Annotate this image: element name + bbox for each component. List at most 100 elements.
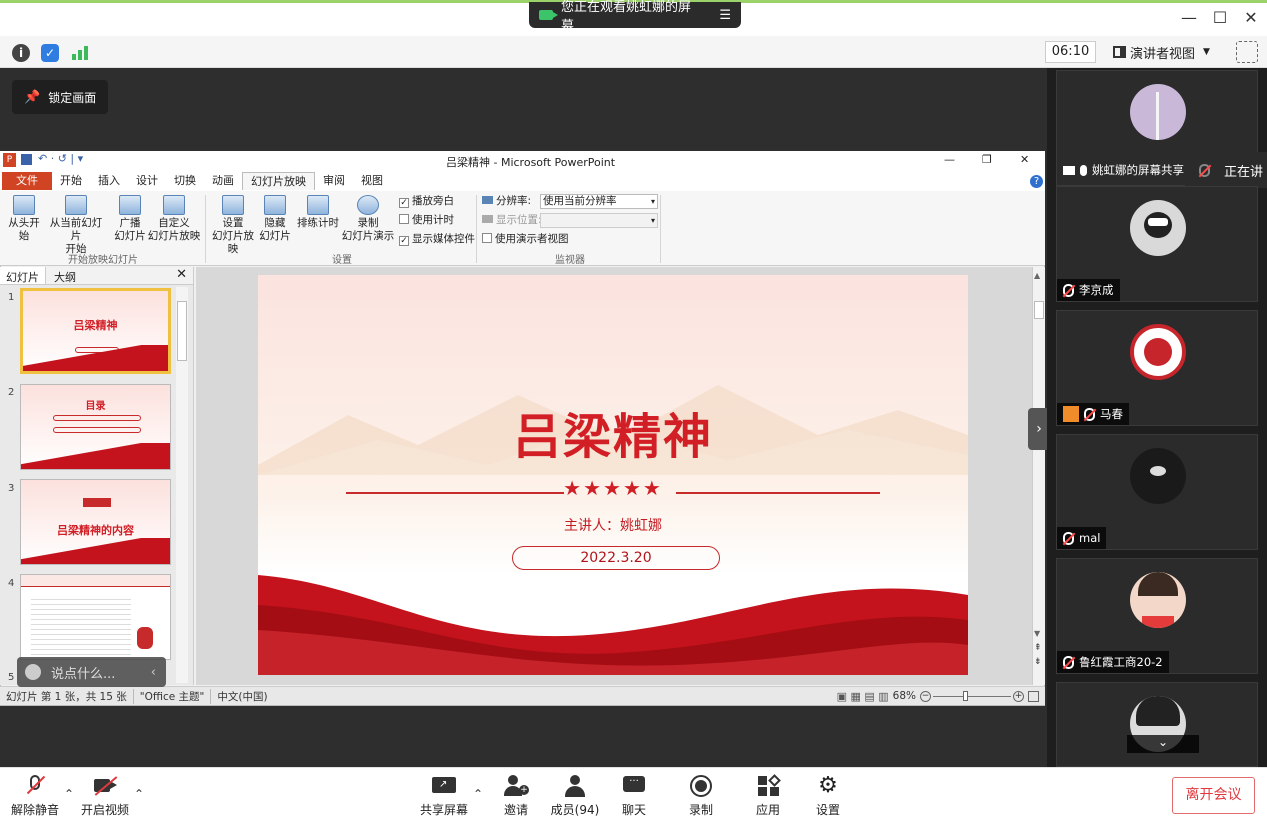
custom-show-button[interactable]: 自定义 幻灯片放映 (145, 195, 203, 243)
zoom-out-icon[interactable]: − (920, 690, 931, 702)
help-icon[interactable]: ? (1030, 174, 1043, 188)
participant-tile[interactable]: 李京成 (1056, 186, 1258, 302)
leave-meeting-button[interactable]: 离开会议 (1172, 777, 1255, 814)
from-beginning-button[interactable]: 从头开始 (4, 195, 44, 243)
slide-thumbnail-1[interactable]: 吕梁精神 (20, 288, 171, 374)
ppt-close-icon[interactable]: ✕ (1020, 153, 1029, 166)
share-screen-button[interactable]: ↗ 共享屏幕 (418, 775, 470, 818)
menu-icon[interactable]: ☰ (719, 8, 731, 23)
from-current-button[interactable]: 从当前幻灯片 开始 (46, 195, 106, 256)
show-media-checkbox[interactable]: ✓ 显示媒体控件 (399, 233, 475, 246)
tab-slides[interactable]: 幻灯片 (0, 267, 46, 284)
fullscreen-icon[interactable] (1236, 41, 1258, 63)
tab-view[interactable]: 视图 (353, 172, 391, 190)
invite-button[interactable]: + 邀请 (497, 775, 535, 818)
rehearse-button[interactable]: 排练计时 (296, 195, 340, 230)
current-slide[interactable]: 吕梁精神 ★★★★★ 主讲人：姚虹娜 2022.3.20 (258, 275, 968, 675)
thumb-title: 吕梁精神 (73, 319, 118, 332)
view-mode-dropdown[interactable]: 演讲者视图 ▼ (1107, 41, 1225, 63)
minimize-button[interactable]: — (1174, 8, 1204, 27)
thumb-number: 5 (8, 672, 15, 683)
setup-show-button[interactable]: 设置 幻灯片放映 (208, 195, 258, 256)
show-on-select[interactable]: ▾ (540, 213, 658, 228)
fit-window-icon[interactable] (1028, 690, 1039, 702)
tab-file[interactable]: 文件 (2, 172, 52, 190)
broadcast-button[interactable]: 广播 幻灯片 (113, 195, 147, 243)
record-show-button[interactable]: 录制 幻灯片演示 (340, 195, 396, 243)
zoom-level: 68% (892, 690, 916, 702)
thumb-number: 4 (8, 578, 15, 589)
resolution-select[interactable]: 使用当前分辨率 ▾ (540, 194, 658, 209)
presenter-view-checkbox[interactable]: 使用演示者视图 (482, 233, 569, 246)
tab-animations[interactable]: 动画 (204, 172, 242, 190)
ribbon-divider (205, 195, 206, 263)
slide-thumbnail-3[interactable]: 吕梁精神的内容 (20, 479, 171, 565)
emoji-icon[interactable] (25, 664, 41, 680)
hide-label-2: 幻灯片 (259, 230, 291, 242)
signal-icon[interactable] (71, 44, 89, 62)
broadcast-icon (119, 195, 141, 215)
from-beginning-label: 从头开始 (8, 217, 40, 242)
checkbox-icon (399, 214, 409, 224)
ppt-minimize-icon[interactable]: — (944, 153, 955, 166)
apps-icon (755, 774, 781, 797)
next-slide-icon[interactable]: ⇟ (1034, 657, 1042, 667)
shield-icon[interactable]: ✓ (41, 44, 59, 62)
save-icon[interactable] (21, 154, 32, 165)
undo-icon[interactable]: ↶ · ↺ | ▾ (38, 152, 83, 165)
play-narration-checkbox[interactable]: ✓ 播放旁白 (399, 195, 454, 208)
view-buttons[interactable]: ▣ ▦ ▤ ▥ (837, 690, 889, 703)
quick-chat-input[interactable]: 说点什么... ‹ (17, 657, 166, 687)
red-silk-wave (258, 575, 968, 675)
thumbnail-scrollbar[interactable] (176, 287, 188, 683)
mic-muted-icon (1199, 163, 1210, 177)
tab-outline[interactable]: 大纲 (46, 267, 84, 284)
unmute-button[interactable]: 解除静音 (10, 775, 60, 818)
tab-slideshow[interactable]: 幻灯片放映 (242, 172, 315, 190)
use-timings-checkbox[interactable]: 使用计时 (399, 214, 454, 227)
share-banner[interactable]: 您正在观看姚虹娜的屏幕 ☰ (529, 0, 741, 34)
tab-review[interactable]: 审阅 (315, 172, 353, 190)
close-pane-icon[interactable]: ✕ (170, 267, 193, 284)
start-video-button[interactable]: 开启视频 (78, 775, 132, 818)
thumb-title: 目录 (85, 401, 106, 412)
maximize-button[interactable]: ☐ (1205, 8, 1235, 27)
tab-insert[interactable]: 插入 (90, 172, 128, 190)
checkbox-icon (482, 233, 492, 243)
close-button[interactable]: ✕ (1236, 8, 1266, 27)
settings-button[interactable]: ⚙ 设置 (809, 775, 847, 818)
scroll-down-icon[interactable]: ▼ (1034, 629, 1040, 638)
expand-list-button[interactable]: ⌄ (1127, 735, 1199, 753)
prev-slide-icon[interactable]: ⇞ (1034, 643, 1042, 653)
chat-button[interactable]: ··· 聊天 (615, 775, 653, 818)
info-icon[interactable]: i (12, 44, 30, 62)
slide-thumbnail-2[interactable]: 目录 (20, 384, 171, 470)
zoom-slider[interactable] (933, 690, 1011, 701)
tab-home[interactable]: 开始 (52, 172, 90, 190)
scroll-thumb[interactable] (1034, 301, 1044, 319)
record-icon (688, 775, 714, 797)
share-options-caret[interactable]: ⌃ (473, 787, 483, 801)
audio-options-caret[interactable]: ⌃ (64, 787, 74, 801)
scroll-up-icon[interactable]: ▲ (1034, 271, 1040, 280)
group-setup: 设置 (332, 255, 352, 266)
hide-slide-button[interactable]: 隐藏 幻灯片 (258, 195, 292, 243)
tab-design[interactable]: 设计 (128, 172, 166, 190)
zoom-in-icon[interactable]: + (1013, 690, 1024, 702)
apps-button[interactable]: 应用 (749, 774, 787, 818)
slide-scrollbar[interactable]: ▲ ▼ ⇞ ⇟ (1032, 267, 1045, 685)
participant-tile[interactable]: ⌄ (1056, 682, 1258, 767)
lock-view-label: 锁定画面 (48, 90, 97, 105)
collapse-chevron-icon[interactable]: ‹ (151, 665, 166, 680)
participant-tile[interactable]: mal (1056, 434, 1258, 550)
slide-thumbnail-4[interactable] (20, 574, 171, 660)
lock-view-button[interactable]: 📌 锁定画面 (12, 80, 108, 114)
members-button[interactable]: 成员(94) (548, 775, 602, 818)
participant-tile[interactable]: 鲁红霞工商20-2 (1056, 558, 1258, 674)
use-timings-label: 使用计时 (412, 214, 454, 226)
ppt-restore-icon[interactable]: ❐ (982, 153, 992, 166)
participant-tile[interactable]: 马春 (1056, 310, 1258, 426)
tab-transitions[interactable]: 切换 (166, 172, 204, 190)
video-options-caret[interactable]: ⌃ (134, 787, 144, 801)
record-button[interactable]: 录制 (682, 775, 720, 818)
